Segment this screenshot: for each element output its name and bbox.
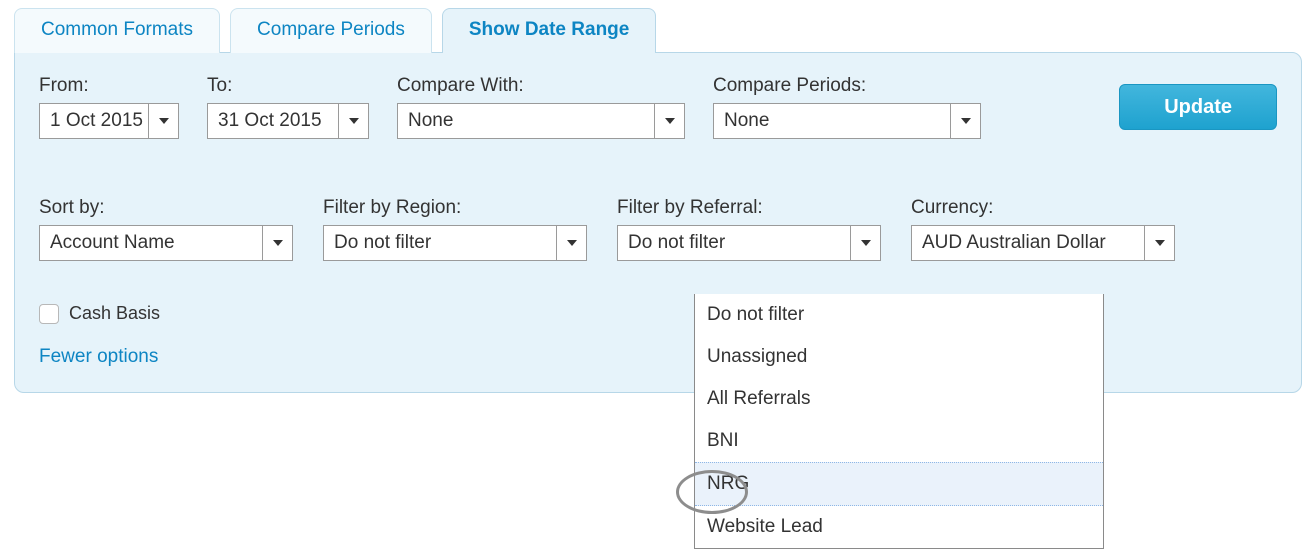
tab-common-formats[interactable]: Common Formats [14,8,220,53]
from-date-value: 1 Oct 2015 [40,104,148,138]
tab-label: Show Date Range [469,19,629,40]
filter-referral-dropdown: Do not filterUnassignedAll ReferralsBNIN… [694,294,1104,549]
chevron-down-icon[interactable] [950,104,980,138]
compare-periods-value: None [714,104,950,138]
chevron-down-icon[interactable] [850,226,880,260]
filter-referral-value: Do not filter [618,226,850,260]
referral-option[interactable]: NRG [695,462,1103,506]
tab-label: Compare Periods [257,19,405,40]
tab-show-date-range[interactable]: Show Date Range [442,8,656,53]
currency-select[interactable]: AUD Australian Dollar [911,225,1175,261]
to-label: To: [207,75,369,97]
update-button-label: Update [1164,96,1232,118]
to-date-select[interactable]: 31 Oct 2015 [207,103,369,139]
filter-referral-select[interactable]: Do not filter [617,225,881,261]
referral-option[interactable]: All Referrals [695,378,1103,420]
fewer-options-link[interactable]: Fewer options [39,346,158,368]
sort-by-label: Sort by: [39,197,293,219]
cash-basis-checkbox[interactable] [39,304,59,324]
filter-region-label: Filter by Region: [323,197,587,219]
chevron-down-icon[interactable] [654,104,684,138]
sort-by-value: Account Name [40,226,262,260]
currency-label: Currency: [911,197,1175,219]
tab-label: Common Formats [41,19,193,40]
chevron-down-icon[interactable] [148,104,178,138]
referral-option[interactable]: Unassigned [695,336,1103,378]
filter-region-value: Do not filter [324,226,556,260]
referral-option[interactable]: BNI [695,420,1103,462]
currency-value: AUD Australian Dollar [912,226,1144,260]
filter-referral-label: Filter by Referral: [617,197,881,219]
update-button[interactable]: Update [1119,84,1277,130]
tab-bar: Common Formats Compare Periods Show Date… [14,8,1302,53]
compare-periods-label: Compare Periods: [713,75,981,97]
compare-with-select[interactable]: None [397,103,685,139]
sort-by-select[interactable]: Account Name [39,225,293,261]
compare-periods-select[interactable]: None [713,103,981,139]
compare-with-label: Compare With: [397,75,685,97]
referral-option[interactable]: Do not filter [695,294,1103,336]
chevron-down-icon[interactable] [1144,226,1174,260]
from-date-select[interactable]: 1 Oct 2015 [39,103,179,139]
panel-body: From: 1 Oct 2015 To: 31 Oct 2015 Compare… [14,52,1302,393]
compare-with-value: None [398,104,654,138]
cash-basis-label: Cash Basis [69,303,160,324]
chevron-down-icon[interactable] [338,104,368,138]
chevron-down-icon[interactable] [262,226,292,260]
referral-option[interactable]: Website Lead [695,506,1103,548]
tab-compare-periods[interactable]: Compare Periods [230,8,432,53]
filter-region-select[interactable]: Do not filter [323,225,587,261]
to-date-value: 31 Oct 2015 [208,104,338,138]
from-label: From: [39,75,179,97]
chevron-down-icon[interactable] [556,226,586,260]
